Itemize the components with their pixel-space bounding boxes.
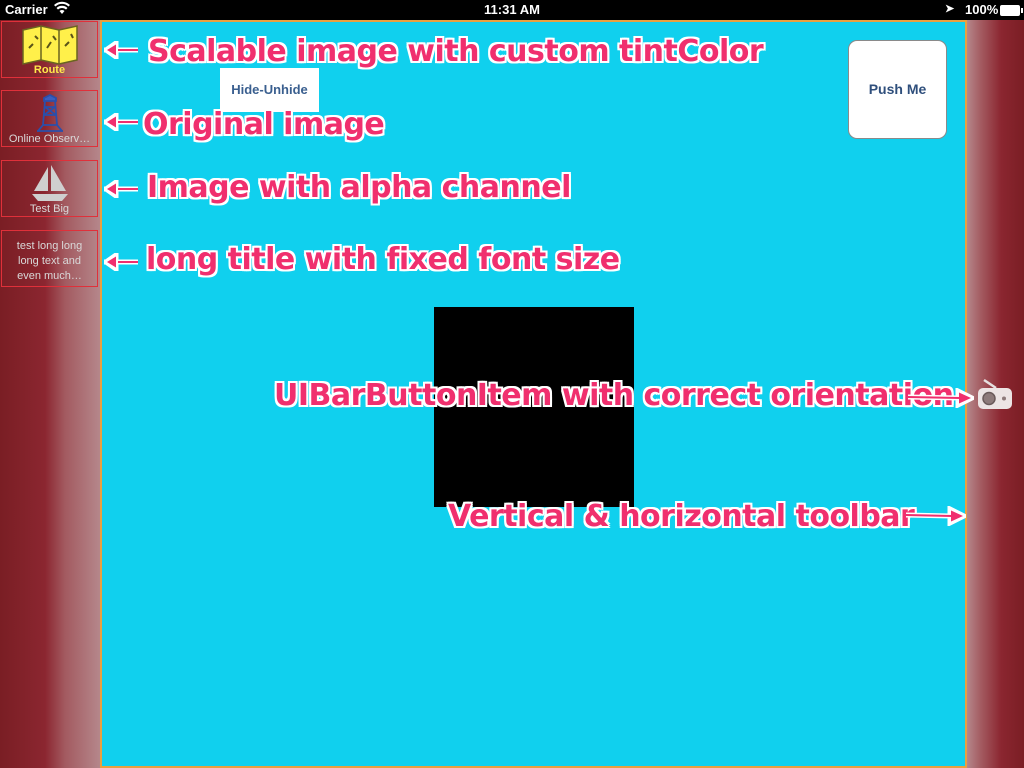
- annotation-toolbar: Vertical & horizontal toolbar: [448, 499, 915, 534]
- annotation-original: Original image: [143, 107, 385, 142]
- annotation-scalable: Scalable image with custom tintColor: [148, 34, 764, 69]
- map-icon: [2, 24, 97, 66]
- clock: 11:31 AM: [484, 2, 540, 17]
- hide-unhide-button[interactable]: Hide-Unhide: [220, 68, 319, 112]
- arrow-right-icon: [907, 388, 974, 408]
- radio-bar-button[interactable]: [976, 378, 1014, 412]
- arrow-right-icon: [905, 506, 966, 526]
- arrow-left-icon: [104, 180, 138, 198]
- arrow-left-icon: [104, 253, 138, 271]
- radio-icon: [976, 378, 1014, 416]
- toolbar-item-label: Online Observ…: [8, 133, 91, 145]
- annotation-long-title: long title with fixed font size: [146, 242, 620, 277]
- toolbar-item-test-big[interactable]: Test Big: [1, 160, 98, 217]
- arrow-left-icon: [104, 113, 138, 131]
- toolbar-item-label: Route: [33, 64, 66, 76]
- annotation-barbutton: UIBarButtonItem with correct orientation: [274, 378, 954, 413]
- status-bar: Carrier 11:31 AM ➤ 100%: [0, 0, 1024, 20]
- arrow-left-icon: [104, 41, 138, 59]
- toolbar-item-long-text[interactable]: test long long long text and even much…: [1, 230, 98, 287]
- toolbar-item-label: test long long long text and even much…: [16, 240, 83, 282]
- tower-icon: [2, 93, 97, 135]
- toolbar-item-label: Test Big: [29, 203, 70, 215]
- annotation-alpha: Image with alpha channel: [147, 170, 571, 205]
- sailboat-icon: [2, 163, 97, 203]
- battery-percent: 100%: [965, 2, 999, 17]
- location-icon: ➤: [945, 3, 955, 15]
- toolbar-item-online-observ[interactable]: Online Observ…: [1, 90, 98, 147]
- battery-icon: [1000, 5, 1023, 16]
- push-me-button[interactable]: Push Me: [848, 40, 947, 139]
- toolbar-item-route[interactable]: Route: [1, 21, 98, 78]
